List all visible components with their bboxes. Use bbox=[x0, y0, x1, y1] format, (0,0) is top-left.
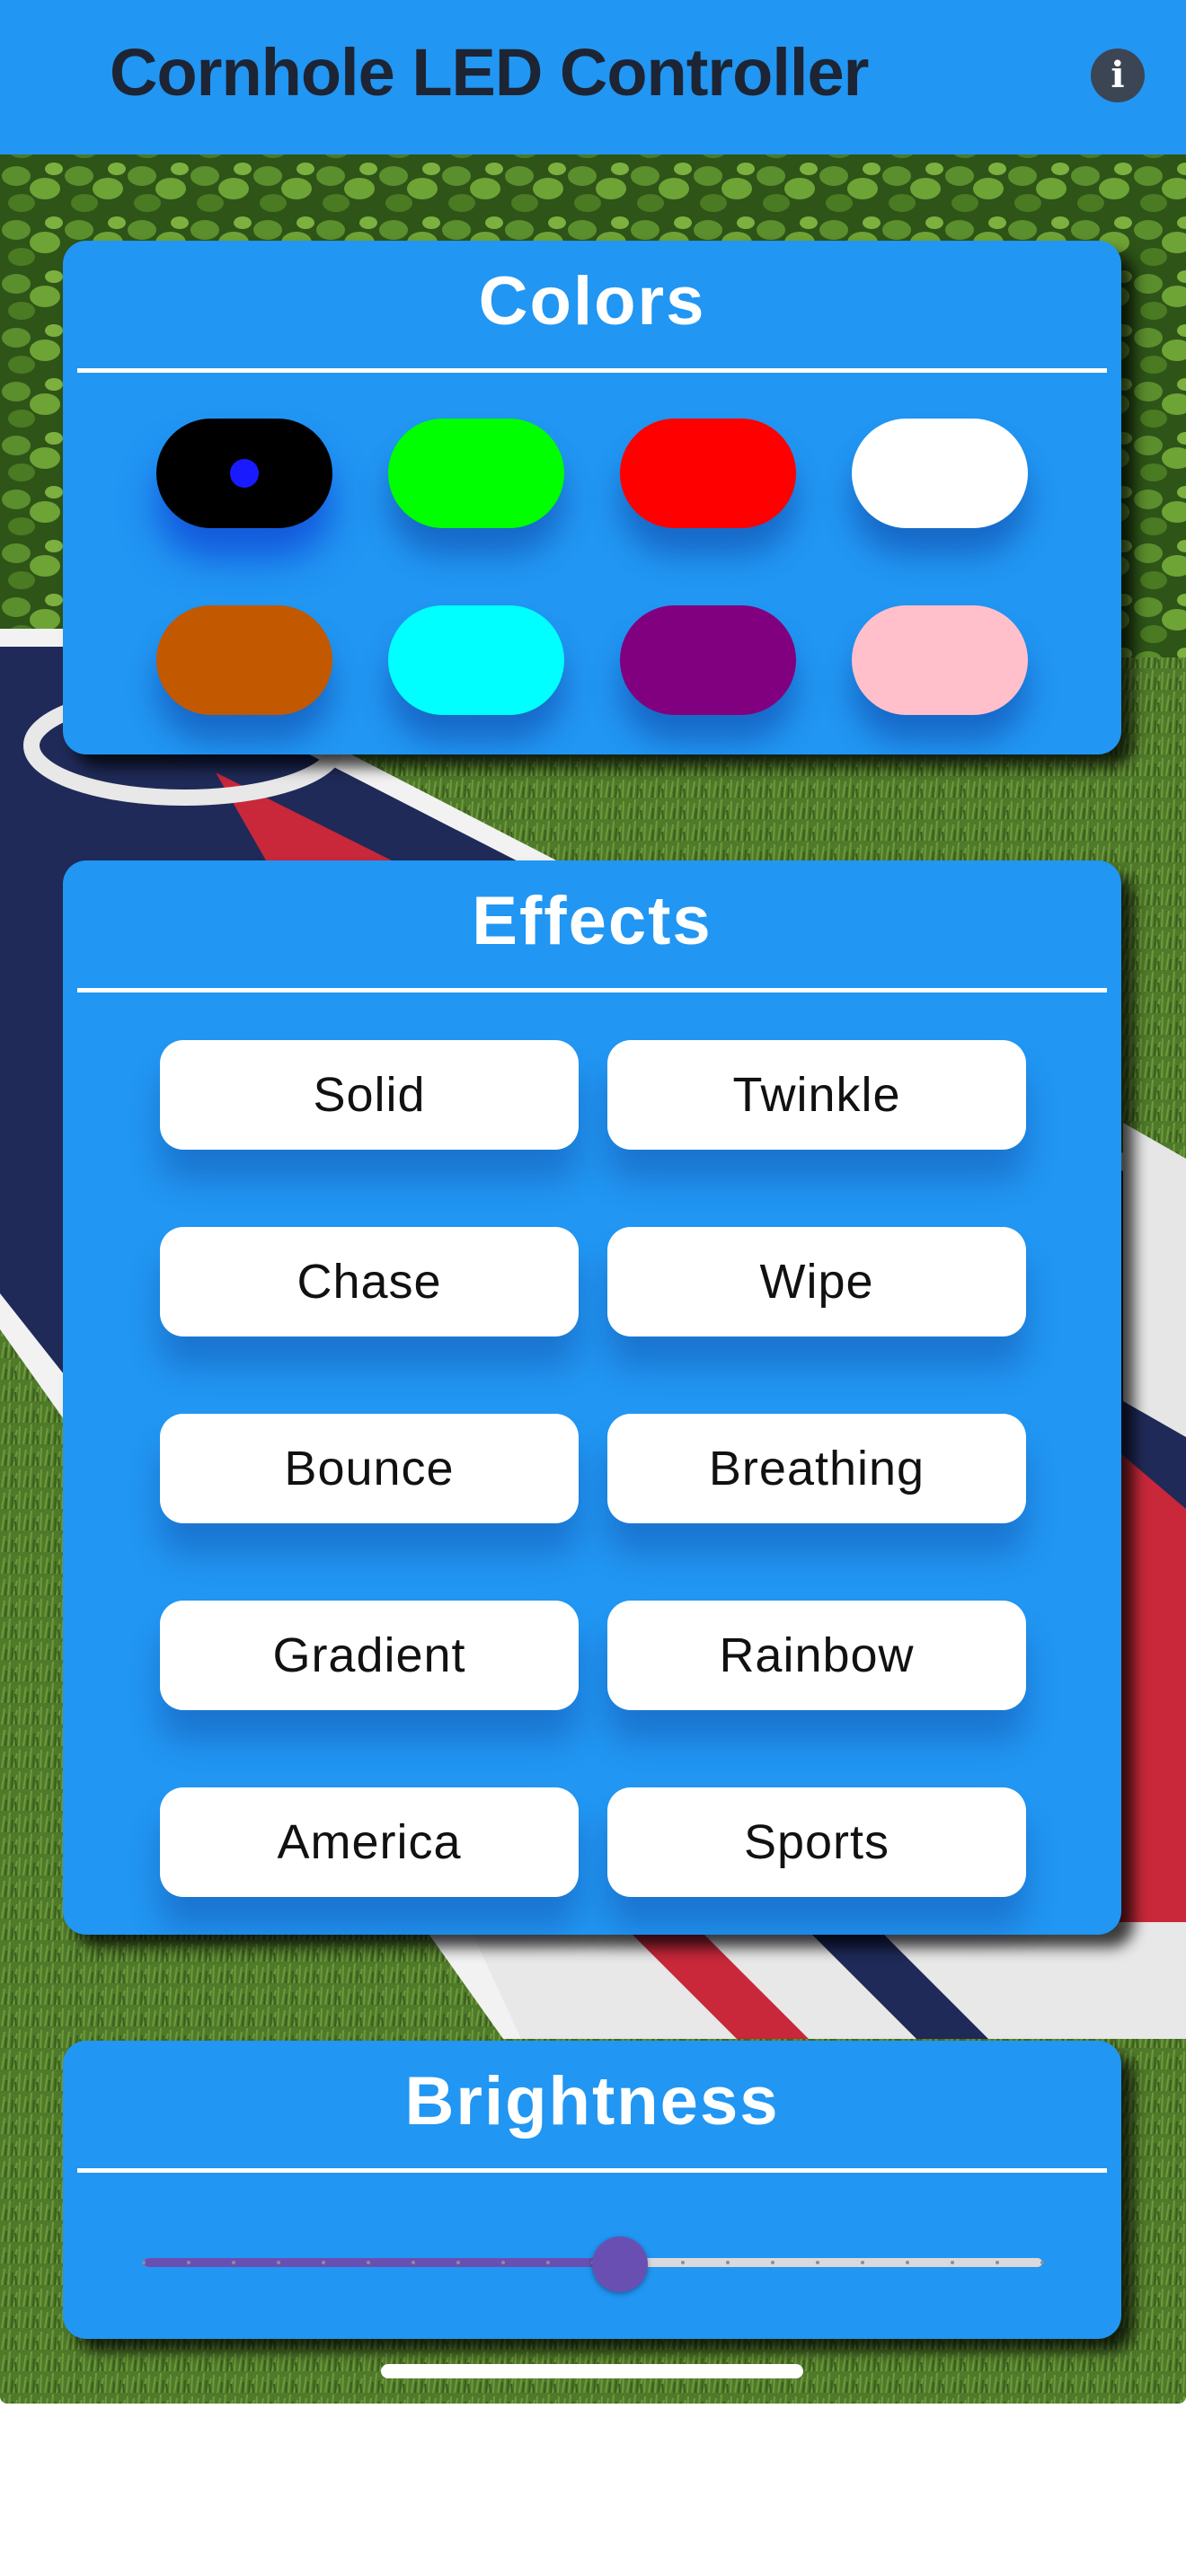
slider-tick bbox=[456, 2261, 460, 2264]
colors-title: Colors bbox=[478, 263, 706, 340]
effects-title: Effects bbox=[472, 883, 712, 959]
slider-tick bbox=[996, 2261, 999, 2264]
app-title: Cornhole LED Controller bbox=[110, 35, 869, 110]
slider-tick bbox=[546, 2261, 550, 2264]
color-swatch-4[interactable] bbox=[852, 419, 1028, 528]
color-swatch-2[interactable] bbox=[388, 419, 564, 528]
color-swatch-3[interactable] bbox=[620, 419, 796, 528]
brightness-card: Brightness bbox=[63, 2041, 1121, 2339]
selected-indicator bbox=[230, 459, 259, 488]
color-swatch-6[interactable] bbox=[388, 605, 564, 715]
slider-tick bbox=[187, 2261, 190, 2264]
home-indicator bbox=[381, 2364, 803, 2378]
slider-tick bbox=[726, 2261, 730, 2264]
slider-tick bbox=[232, 2261, 235, 2264]
slider-tick bbox=[277, 2261, 280, 2264]
brightness-slider-thumb[interactable] bbox=[592, 2236, 648, 2292]
effect-button-breathing[interactable]: Breathing bbox=[607, 1414, 1026, 1523]
effects-divider bbox=[77, 988, 1107, 992]
effect-button-america[interactable]: America bbox=[160, 1787, 579, 1897]
color-swatch-8[interactable] bbox=[852, 605, 1028, 715]
effect-button-chase[interactable]: Chase bbox=[160, 1227, 579, 1337]
effect-button-sports[interactable]: Sports bbox=[607, 1787, 1026, 1897]
header-bar: Cornhole LED Controller i bbox=[0, 0, 1186, 154]
effect-button-solid[interactable]: Solid bbox=[160, 1040, 579, 1150]
slider-tick bbox=[322, 2261, 325, 2264]
colors-card: Colors bbox=[63, 241, 1121, 754]
effect-button-wipe[interactable]: Wipe bbox=[607, 1227, 1026, 1337]
slider-tick bbox=[816, 2261, 819, 2264]
color-swatch-7[interactable] bbox=[620, 605, 796, 715]
effect-button-rainbow[interactable]: Rainbow bbox=[607, 1601, 1026, 1710]
slider-tick bbox=[501, 2261, 505, 2264]
slider-tick bbox=[861, 2261, 864, 2264]
color-swatch-5[interactable] bbox=[156, 605, 332, 715]
slider-tick bbox=[142, 2261, 146, 2264]
effect-button-gradient[interactable]: Gradient bbox=[160, 1601, 579, 1710]
slider-tick bbox=[1040, 2261, 1044, 2264]
effect-button-bounce[interactable]: Bounce bbox=[160, 1414, 579, 1523]
slider-tick bbox=[951, 2261, 954, 2264]
slider-tick bbox=[771, 2261, 774, 2264]
color-swatch-1[interactable] bbox=[156, 419, 332, 528]
effect-button-twinkle[interactable]: Twinkle bbox=[607, 1040, 1026, 1150]
info-icon[interactable]: i bbox=[1091, 49, 1145, 102]
app-screen: Cornhole LED Controller i Colors Effects… bbox=[0, 0, 1186, 2404]
effects-card: Effects Solid Twinkle Chase Wipe Bounce Breat… bbox=[63, 860, 1121, 1935]
brightness-divider bbox=[77, 2168, 1107, 2173]
slider-tick bbox=[681, 2261, 685, 2264]
slider-tick bbox=[412, 2261, 415, 2264]
brightness-title: Brightness bbox=[404, 2063, 780, 2139]
slider-tick bbox=[906, 2261, 909, 2264]
slider-tick bbox=[367, 2261, 370, 2264]
colors-divider bbox=[77, 368, 1107, 373]
